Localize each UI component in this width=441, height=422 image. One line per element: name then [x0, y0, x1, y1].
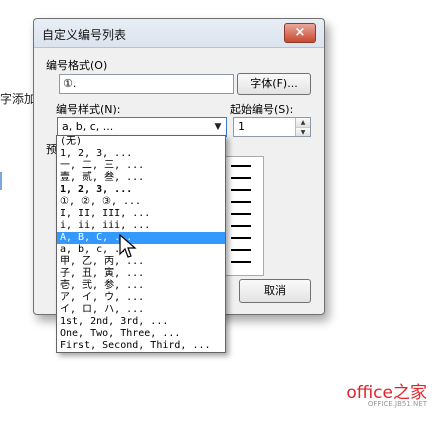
preview-box [224, 156, 264, 276]
preview-line [231, 201, 251, 203]
cancel-button[interactable]: 取消 [239, 279, 311, 303]
dropdown-option[interactable]: ア, イ, ウ, ... [57, 292, 225, 304]
dialog-titlebar: 自定义编号列表 × [34, 19, 324, 48]
dropdown-option-selected[interactable]: A, B, C, ... [57, 232, 225, 244]
number-format-input[interactable]: ①. [59, 74, 234, 94]
dropdown-option[interactable]: I, II, III, ... [57, 208, 225, 220]
number-style-select[interactable]: a, b, c, ... ▼ [57, 117, 227, 137]
preview-line [231, 237, 251, 239]
watermark-url: OFFICE.JB51.NET [367, 400, 427, 408]
background-document-text: 字添加 [0, 92, 37, 106]
dropdown-option[interactable]: a, b, c, ... [57, 244, 225, 256]
preview-line [231, 249, 251, 251]
background-caret-mark [0, 172, 2, 190]
spin-down-icon[interactable]: ▼ [295, 127, 310, 136]
preview-line [231, 177, 251, 179]
font-button[interactable]: 字体(F)... [237, 73, 311, 95]
dropdown-option[interactable]: (无) [57, 136, 225, 148]
number-style-label: 编号样式(N): [56, 103, 121, 116]
dropdown-option[interactable]: First, Second, Third, ... [57, 340, 225, 352]
dropdown-option[interactable]: ①, ②, ③, ... [57, 196, 225, 208]
number-format-label: 编号格式(O) [46, 59, 108, 72]
dropdown-option[interactable]: 1st, 2nd, 3rd, ... [57, 316, 225, 328]
dropdown-option[interactable]: 壹, 贰, 叁, ... [57, 172, 225, 184]
close-button[interactable]: × [284, 23, 316, 43]
dropdown-option[interactable]: 子, 丑, 寅, ... [57, 268, 225, 280]
chevron-down-icon[interactable]: ▼ [210, 118, 226, 136]
start-number-value: 1 [238, 120, 245, 133]
number-style-value: a, b, c, ... [62, 120, 114, 133]
mouse-pointer-icon [119, 234, 137, 258]
spin-up-icon[interactable]: ▲ [295, 118, 310, 127]
preview-line [231, 261, 251, 263]
number-style-dropdown-list[interactable]: (无) 1, 2, 3, ... 一, 二, 三, ... 壹, 贰, 叁, .… [56, 135, 226, 353]
dialog-title: 自定义编号列表 [42, 28, 127, 42]
dropdown-option[interactable]: 1, 2, 3, ... [57, 148, 225, 160]
preview-line [231, 213, 251, 215]
preview-line [231, 189, 251, 191]
dropdown-option[interactable]: 壱, 弐, 参, ... [57, 280, 225, 292]
preview-line [231, 165, 251, 167]
start-number-stepper[interactable]: 1 ▲ ▼ [233, 117, 311, 137]
dropdown-option[interactable]: イ, ロ, ハ, ... [57, 304, 225, 316]
dropdown-option[interactable]: 1, 2, 3, ... [57, 184, 225, 196]
start-number-label: 起始编号(S): [230, 103, 294, 116]
dropdown-option[interactable]: 甲, 乙, 丙, ... [57, 256, 225, 268]
dropdown-option[interactable]: 一, 二, 三, ... [57, 160, 225, 172]
dropdown-option[interactable]: i, ii, iii, ... [57, 220, 225, 232]
dropdown-option[interactable]: One, Two, Three, ... [57, 328, 225, 340]
preview-line [231, 225, 251, 227]
